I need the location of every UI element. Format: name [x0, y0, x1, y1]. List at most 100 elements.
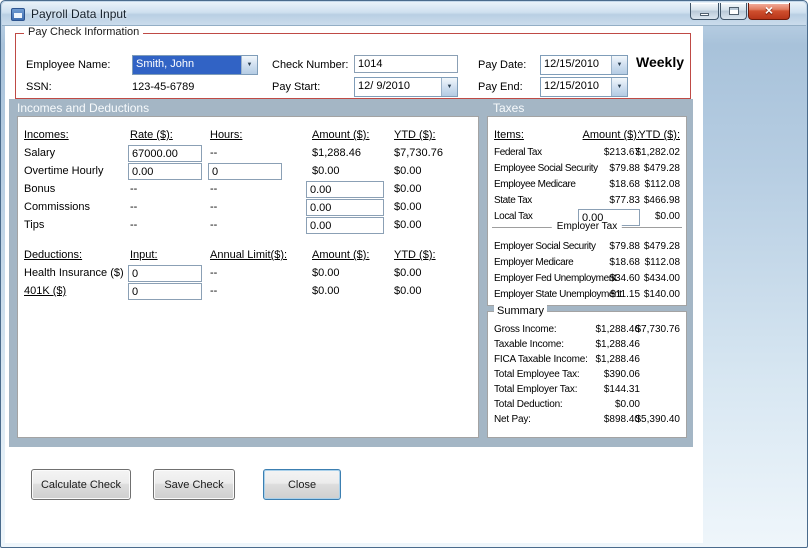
employee-ss-amount: $79.88: [609, 163, 640, 174]
commissions-rate: --: [130, 201, 138, 213]
maximize-button[interactable]: [720, 3, 747, 20]
form-client-area: Pay Check Information Employee Name: Smi…: [5, 26, 703, 543]
salary-amount: $1,288.46: [312, 147, 361, 159]
health-insurance-ytd: $0.00: [394, 267, 422, 279]
total-employee-tax-value: $390.06: [603, 369, 640, 380]
overtime-rate-input[interactable]: [128, 163, 202, 180]
taxable-income-value: $1,288.46: [595, 339, 641, 350]
overtime-hours-input[interactable]: [208, 163, 282, 180]
window-title: Payroll Data Input: [31, 7, 127, 21]
federal-tax-ytd: $1,282.02: [635, 147, 681, 158]
deduction-ytd-column-header: YTD ($):: [394, 249, 436, 261]
salary-rate-input[interactable]: [128, 145, 202, 162]
401k-amount: $0.00: [312, 285, 340, 297]
bonus-hours: --: [210, 183, 218, 195]
fica-taxable-value: $1,288.46: [595, 354, 641, 365]
commissions-ytd: $0.00: [394, 201, 422, 213]
taxes-box: Items: Amount ($): YTD ($): Federal Tax …: [487, 116, 687, 306]
bonus-ytd: $0.00: [394, 183, 422, 195]
close-window-button[interactable]: ×: [748, 2, 790, 20]
salary-ytd: $7,730.76: [394, 147, 443, 159]
ssn-value: 123-45-6789: [132, 81, 195, 93]
pay-start-value: 12/ 9/2010: [358, 80, 410, 92]
summary-title: Summary: [494, 305, 548, 317]
employer-medicare-amount: $18.68: [609, 257, 640, 268]
pay-start-label: Pay Start:: [272, 81, 321, 93]
total-employer-tax-label: Total Employer Tax:: [494, 384, 578, 395]
health-insurance-input[interactable]: [128, 265, 202, 282]
close-icon: ×: [764, 2, 774, 18]
employee-name-combo[interactable]: Smith, John ▼: [132, 55, 258, 75]
pay-date-label: Pay Date:: [478, 59, 527, 71]
tax-row-employer-fed-unemployment: Employer Fed Unemployment $34.60 $434.00: [488, 273, 686, 289]
chevron-down-icon: ▼: [441, 78, 457, 96]
minimize-button[interactable]: [690, 3, 719, 20]
tax-row-employer-state-unemployment: Employer State Unemployment $11.15 $140.…: [488, 289, 686, 305]
gross-income-value: $1,288.46: [595, 324, 641, 335]
summary-row-fica: FICA Taxable Income: $1,288.46: [488, 354, 686, 370]
chevron-down-icon: ▼: [241, 56, 257, 74]
employer-fed-unemployment-ytd: $434.00: [643, 273, 680, 284]
check-number-label: Check Number:: [272, 59, 349, 71]
employer-tax-separator-label: Employer Tax: [551, 221, 623, 232]
fica-taxable-label: FICA Taxable Income:: [494, 354, 588, 365]
pay-start-picker[interactable]: 12/ 9/2010 ▼: [354, 77, 458, 97]
state-tax-ytd: $466.98: [643, 195, 680, 206]
calculate-check-button[interactable]: Calculate Check: [31, 469, 131, 500]
tax-row-employee-ss: Employee Social Security $79.88 $479.28: [488, 163, 686, 179]
tips-label: Tips: [24, 219, 45, 231]
employee-name-label: Employee Name:: [26, 59, 111, 71]
pay-end-picker[interactable]: 12/15/2010 ▼: [540, 77, 628, 97]
check-number-input[interactable]: [354, 55, 458, 73]
bonus-label: Bonus: [24, 183, 56, 195]
employer-medicare-ytd: $112.08: [644, 257, 680, 268]
chevron-down-icon: ▼: [611, 78, 627, 96]
employee-ss-ytd: $479.28: [643, 163, 680, 174]
pay-check-info-title: Pay Check Information: [24, 26, 144, 38]
taxes-header: Taxes: [493, 101, 525, 115]
local-tax-ytd: $0.00: [654, 211, 680, 222]
amount-column-header: Amount ($):: [312, 129, 370, 141]
summary-row-employer-tax: Total Employer Tax: $144.31: [488, 384, 686, 400]
incomes-column-header: Incomes:: [24, 129, 69, 141]
overtime-amount: $0.00: [312, 165, 340, 177]
net-pay-ytd: $5,390.40: [635, 414, 681, 425]
items-column-header: Items:: [494, 129, 524, 141]
summary-row-net-pay: Net Pay: $898.40 $5,390.40: [488, 414, 686, 430]
employee-medicare-amount: $18.68: [609, 179, 640, 190]
window-controls: ×: [689, 2, 790, 20]
federal-tax-label: Federal Tax: [494, 147, 542, 158]
hours-column-header: Hours:: [210, 129, 243, 141]
income-row-commissions: Commissions -- -- $0.00: [18, 199, 478, 217]
employee-name-value: Smith, John: [133, 56, 241, 74]
employer-ss-ytd: $479.28: [643, 241, 680, 252]
tax-row-employee-medicare: Employee Medicare $18.68 $112.08: [488, 179, 686, 195]
save-check-button[interactable]: Save Check: [153, 469, 235, 500]
bonus-amount-input[interactable]: [306, 181, 384, 198]
pay-date-picker[interactable]: 12/15/2010 ▼: [540, 55, 628, 75]
close-button[interactable]: Close: [263, 469, 341, 500]
commissions-amount-input[interactable]: [306, 199, 384, 216]
chevron-down-icon: ▼: [611, 56, 627, 74]
tax-ytd-column-header: YTD ($):: [638, 129, 680, 141]
app-icon: [11, 8, 25, 21]
commissions-label: Commissions: [24, 201, 91, 213]
employer-fed-unemployment-label: Employer Fed Unemployment: [494, 273, 617, 284]
total-deduction-label: Total Deduction:: [494, 399, 563, 410]
rate-column-header: Rate ($):: [130, 129, 173, 141]
ssn-label: SSN:: [26, 81, 52, 93]
maximize-icon: [728, 7, 739, 15]
tips-hours: --: [210, 219, 218, 231]
401k-input[interactable]: [128, 283, 202, 300]
pay-check-info-group: Pay Check Information Employee Name: Smi…: [15, 26, 691, 99]
link-401k[interactable]: 401K ($): [24, 285, 66, 297]
gross-income-ytd: $7,730.76: [635, 324, 681, 335]
income-row-bonus: Bonus -- -- $0.00: [18, 181, 478, 199]
tips-amount-input[interactable]: [306, 217, 384, 234]
income-row-tips: Tips -- -- $0.00: [18, 217, 478, 235]
employer-ss-label: Employer Social Security: [494, 241, 596, 252]
title-bar[interactable]: Payroll Data Input ×: [2, 2, 806, 26]
summary-row-taxable: Taxable Income: $1,288.46: [488, 339, 686, 355]
summary-box: Summary Gross Income: $1,288.46 $7,730.7…: [487, 305, 687, 438]
employee-medicare-ytd: $112.08: [644, 179, 680, 190]
